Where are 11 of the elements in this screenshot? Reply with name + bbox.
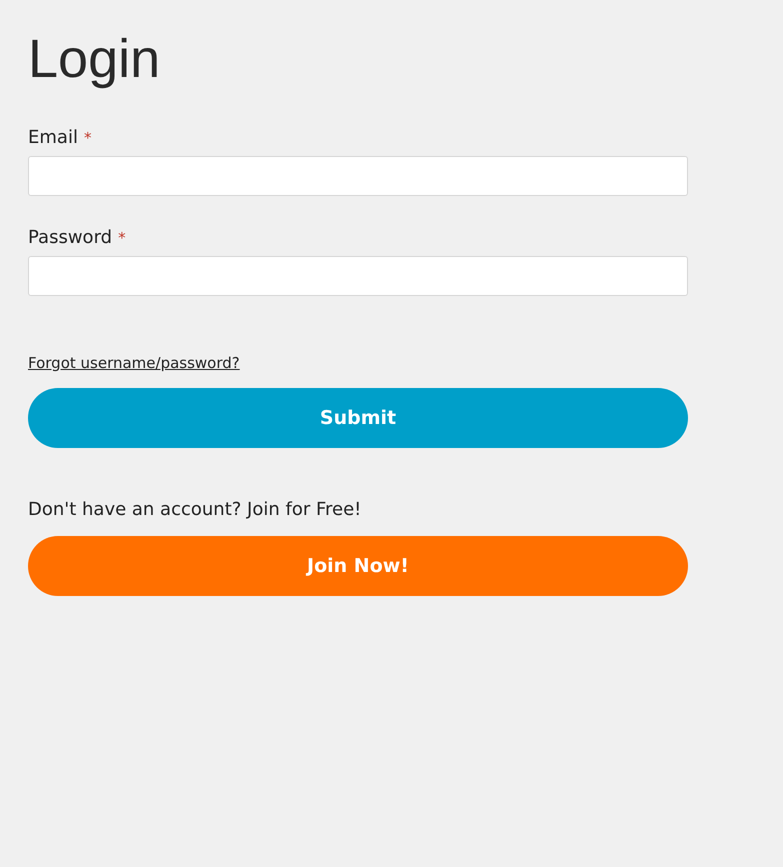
field-label: Password [28, 226, 112, 250]
page-title: Login [28, 28, 162, 90]
required-mark: * [118, 229, 126, 247]
join-button[interactable]: Join Now! [28, 536, 688, 596]
input-field[interactable] [28, 256, 688, 296]
forgot-password-link[interactable]: Forgot username/password? [28, 354, 240, 372]
field-label: Email [28, 126, 78, 150]
submit-button[interactable]: Submit [28, 388, 688, 448]
required-mark: * [84, 129, 92, 147]
signup-prompt: Don't have an account? Join for Free! [28, 498, 362, 522]
input-field[interactable] [28, 156, 688, 196]
